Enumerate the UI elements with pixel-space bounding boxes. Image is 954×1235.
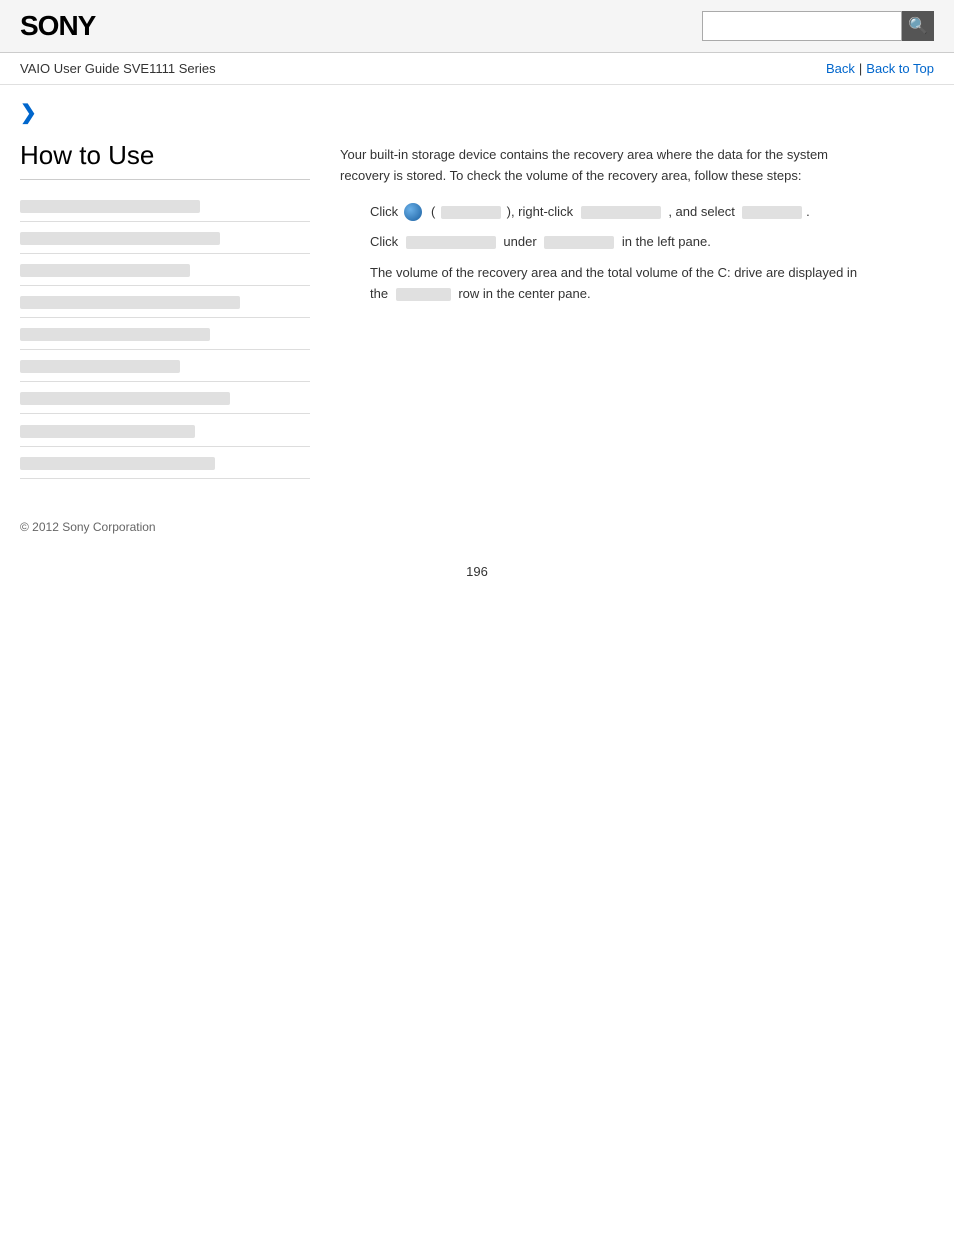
sidebar-item-5[interactable] bbox=[20, 318, 310, 350]
nav-bar: VAIO User Guide SVE1111 Series Back | Ba… bbox=[0, 53, 954, 85]
step2-click: Click bbox=[370, 234, 398, 249]
back-link[interactable]: Back bbox=[826, 61, 855, 76]
step1-paren: ( bbox=[427, 204, 435, 219]
step-1: Click ( ), right-click , and select . bbox=[370, 202, 934, 223]
copyright: © 2012 Sony Corporation bbox=[20, 520, 156, 534]
page-number: 196 bbox=[0, 544, 954, 599]
step2-leftpane: in the left pane. bbox=[622, 234, 711, 249]
sidebar-item-7[interactable] bbox=[20, 382, 310, 414]
footer: © 2012 Sony Corporation bbox=[0, 489, 954, 544]
step-list: Click ( ), right-click , and select . Cl… bbox=[370, 202, 934, 305]
search-input[interactable] bbox=[702, 11, 902, 41]
sidebar-item-2[interactable] bbox=[20, 222, 310, 254]
breadcrumb-area: ❯ bbox=[0, 85, 954, 130]
step1-andselect: , and select bbox=[668, 204, 735, 219]
nav-separator: | bbox=[859, 61, 862, 76]
step1-click: Click bbox=[370, 204, 398, 219]
step-2: Click under in the left pane. bbox=[370, 232, 934, 253]
search-button[interactable]: 🔍 bbox=[902, 11, 934, 41]
step3-the: the bbox=[370, 286, 388, 301]
sidebar-item-8[interactable] bbox=[20, 414, 310, 446]
intro-line2: recovery is stored. To check the volume … bbox=[340, 168, 801, 183]
step3-line1: The volume of the recovery area and the … bbox=[370, 265, 857, 280]
sidebar-item-4[interactable] bbox=[20, 286, 310, 318]
sidebar-menu bbox=[20, 190, 310, 479]
main-content: How to Use Your built-in storage device … bbox=[0, 130, 954, 489]
sidebar-item-6[interactable] bbox=[20, 350, 310, 382]
content-intro: Your built-in storage device contains th… bbox=[340, 145, 934, 187]
sidebar-item-9[interactable] bbox=[20, 447, 310, 479]
globe-icon bbox=[404, 203, 422, 221]
sidebar-title: How to Use bbox=[20, 140, 310, 180]
step1-rightclick: ), right-click bbox=[507, 204, 573, 219]
sidebar-item-1[interactable] bbox=[20, 190, 310, 222]
step-3: The volume of the recovery area and the … bbox=[370, 263, 934, 305]
step2-under: under bbox=[503, 234, 536, 249]
search-icon: 🔍 bbox=[908, 16, 928, 36]
step3-suffix: row in the center pane. bbox=[458, 286, 590, 301]
sidebar: How to Use bbox=[20, 140, 310, 479]
nav-links: Back | Back to Top bbox=[826, 61, 934, 76]
page-header: SONY 🔍 bbox=[0, 0, 954, 53]
guide-title: VAIO User Guide SVE1111 Series bbox=[20, 61, 216, 76]
search-area: 🔍 bbox=[702, 11, 934, 41]
sony-logo: SONY bbox=[20, 10, 95, 42]
sidebar-item-3[interactable] bbox=[20, 254, 310, 286]
chevron-right-icon[interactable]: ❯ bbox=[20, 102, 37, 124]
content-area: Your built-in storage device contains th… bbox=[340, 140, 934, 479]
intro-line1: Your built-in storage device contains th… bbox=[340, 147, 828, 162]
back-to-top-link[interactable]: Back to Top bbox=[866, 61, 934, 76]
